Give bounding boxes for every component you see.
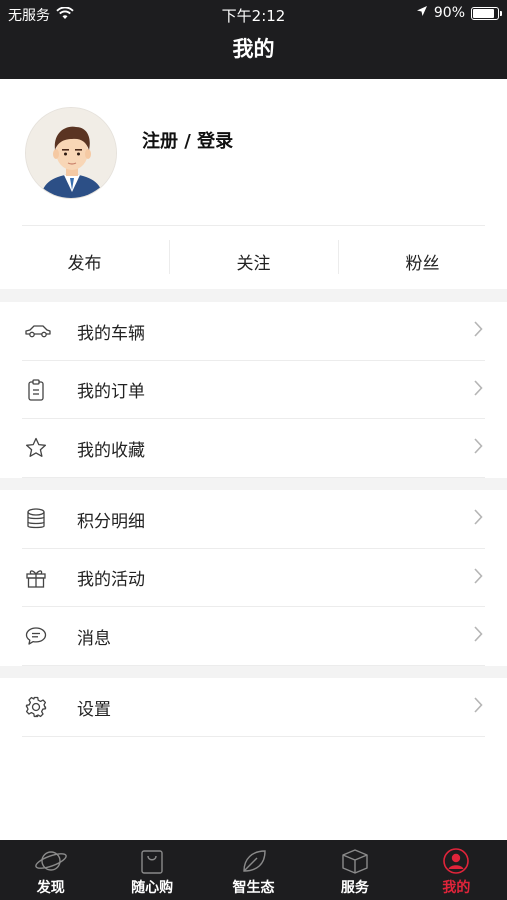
chevron-right-icon [473, 697, 483, 717]
menu-item-settings[interactable]: 设置 [0, 678, 507, 737]
stat-following[interactable]: 关注 [169, 226, 338, 289]
box-icon [340, 846, 370, 876]
tab-label: 随心购 [131, 880, 174, 896]
gear-icon [24, 695, 64, 719]
section-gap [0, 478, 507, 490]
menu-item-label: 消息 [77, 628, 111, 649]
profile-card: 注册 / 登录 发布 关注 粉丝 [0, 79, 507, 289]
tab-label: 发现 [36, 880, 65, 896]
chevron-right-icon [473, 321, 483, 341]
menu-item-label: 我的活动 [77, 570, 145, 591]
tab-label: 服务 [340, 880, 369, 896]
tab-label: 智生态 [232, 880, 275, 896]
chevron-right-icon [473, 438, 483, 458]
menu-item-my-orders[interactable]: 我的订单 [0, 361, 507, 420]
menu-item-points-detail[interactable]: 积分明细 [0, 490, 507, 549]
menu-item-label: 积分明细 [77, 511, 145, 532]
menu-section-1: 我的车辆 我的订单 我的收藏 [0, 302, 507, 478]
avatar[interactable] [25, 107, 117, 199]
clipboard-icon [24, 378, 64, 402]
stats-bar: 发布 关注 粉丝 [0, 226, 507, 289]
planet-icon [34, 846, 68, 876]
bottom-tab-bar: 发现 随心购 智生态 服务 我的 [0, 840, 507, 900]
car-icon [24, 319, 64, 343]
message-icon [24, 624, 64, 648]
menu-item-label: 我的车辆 [77, 323, 145, 344]
tab-service[interactable]: 服务 [304, 840, 405, 900]
top-header: 无服务 下午2:12 90% 我的 [0, 0, 507, 79]
menu-item-label: 设置 [77, 699, 111, 720]
menu-item-label: 我的收藏 [77, 440, 145, 461]
chevron-right-icon [473, 626, 483, 646]
menu-item-messages[interactable]: 消息 [0, 607, 507, 666]
menu-item-my-favorites[interactable]: 我的收藏 [0, 419, 507, 478]
gift-icon [24, 566, 64, 590]
status-bar: 无服务 下午2:12 90% [0, 0, 507, 28]
menu-section-2: 积分明细 我的活动 消息 [0, 490, 507, 666]
section-gap [0, 666, 507, 678]
menu-item-my-activities[interactable]: 我的活动 [0, 549, 507, 608]
menu-item-label: 我的订单 [77, 382, 145, 403]
star-icon [24, 436, 64, 460]
location-arrow-icon [416, 5, 428, 21]
chevron-right-icon [473, 509, 483, 529]
battery-percent: 90% [433, 5, 465, 21]
tab-ecosystem[interactable]: 智生态 [203, 840, 304, 900]
login-register-link[interactable]: 注册 / 登录 [142, 127, 233, 153]
section-gap [0, 289, 507, 302]
tab-mine[interactable]: 我的 [406, 840, 507, 900]
stat-followers[interactable]: 粉丝 [338, 226, 507, 289]
stat-publish[interactable]: 发布 [0, 226, 169, 289]
tab-shop[interactable]: 随心购 [101, 840, 202, 900]
coins-icon [24, 507, 64, 531]
chevron-right-icon [473, 568, 483, 588]
tab-label: 我的 [442, 880, 471, 896]
shopping-bag-icon [139, 846, 165, 876]
chevron-right-icon [473, 380, 483, 400]
battery-icon [471, 6, 502, 20]
menu-section-3: 设置 [0, 678, 507, 737]
page-title: 我的 [232, 37, 275, 61]
user-icon [442, 846, 470, 876]
menu-item-my-vehicles[interactable]: 我的车辆 [0, 302, 507, 361]
leaf-icon [239, 846, 269, 876]
tab-discover[interactable]: 发现 [0, 840, 101, 900]
